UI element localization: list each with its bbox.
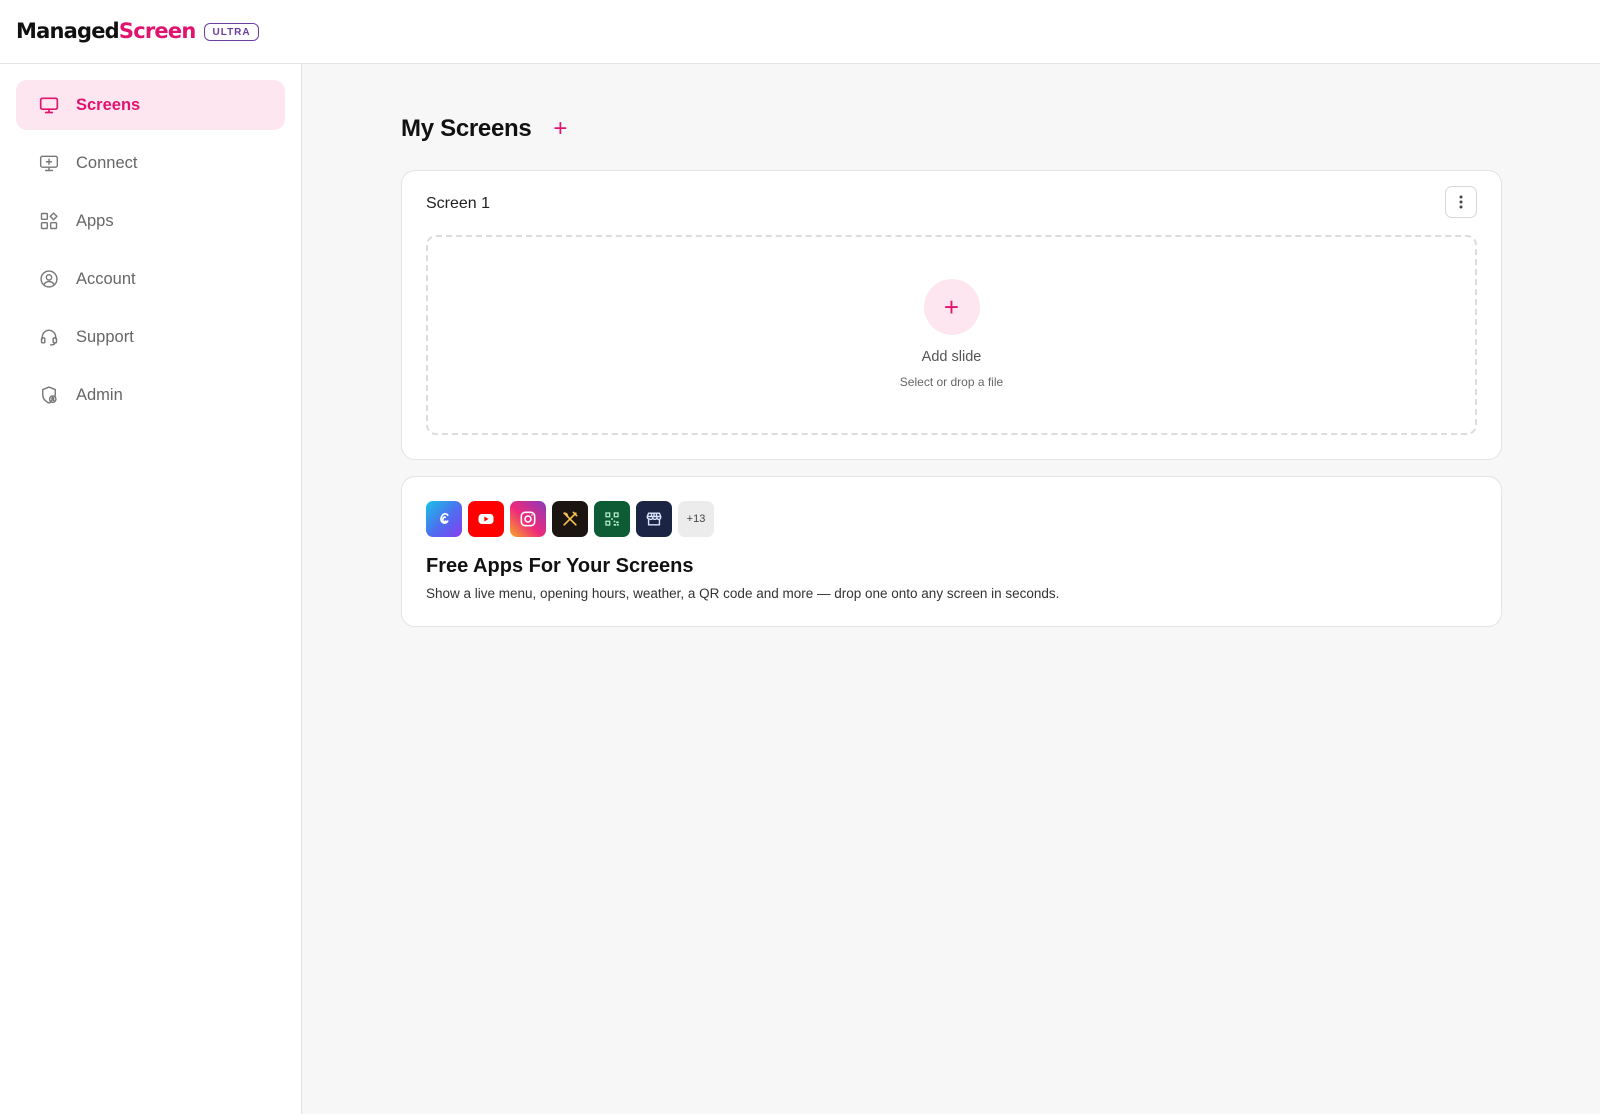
screen-menu-button[interactable] (1445, 186, 1477, 218)
sidebar-item-label: Screens (76, 95, 141, 114)
sidebar-item-connect[interactable]: Connect (16, 138, 285, 188)
slide-dropzone[interactable]: + Add slide Select or drop a file (426, 235, 1477, 435)
apps-promo-description: Show a live menu, opening hours, weather… (426, 586, 1060, 601)
more-apps-count[interactable]: +13 (678, 501, 714, 537)
canva-icon[interactable] (426, 501, 462, 537)
screen-card: Screen 1 + Add slide Select or drop a fi… (401, 170, 1502, 460)
app-icons-row: +13 (426, 501, 1477, 537)
sidebar-item-label: Account (76, 269, 136, 288)
page-header: My Screens + (401, 114, 1502, 144)
plan-badge: ULTRA (204, 23, 259, 41)
sidebar-item-account[interactable]: Account (16, 254, 285, 304)
restaurant-menu-icon[interactable] (552, 501, 588, 537)
main-content: My Screens + Screen 1 + Add slide Select… (401, 64, 1502, 627)
add-slide-label: Add slide (921, 349, 982, 365)
qr-code-icon[interactable] (594, 501, 630, 537)
add-screen-button[interactable]: + (553, 117, 567, 141)
sidebar-item-apps[interactable]: Apps (16, 196, 285, 246)
sidebar-item-label: Apps (76, 211, 114, 230)
sidebar: Screens Connect Apps Account Support Adm… (0, 64, 302, 1114)
user-circle-icon (38, 268, 60, 290)
logo[interactable]: Managed Screen ULTRA (16, 19, 259, 44)
add-slide-button[interactable]: + (923, 279, 980, 335)
page-title: My Screens (401, 115, 532, 142)
storefront-icon[interactable] (636, 501, 672, 537)
apps-promo-title: Free Apps For Your Screens (426, 555, 694, 577)
sidebar-item-admin[interactable]: Admin (16, 370, 285, 420)
monitor-icon (38, 94, 60, 116)
shield-user-icon (38, 384, 60, 406)
screen-name: Screen 1 (426, 195, 491, 212)
apps-grid-icon (38, 210, 60, 232)
monitor-plus-icon (38, 152, 60, 174)
logo-text-part1: Managed (16, 19, 120, 43)
instagram-icon[interactable] (510, 501, 546, 537)
apps-promo-card[interactable]: +13 Free Apps For Your Screens Show a li… (401, 476, 1502, 627)
sidebar-item-screens[interactable]: Screens (16, 80, 285, 130)
sidebar-item-label: Connect (76, 153, 138, 172)
more-vertical-icon (1459, 195, 1463, 209)
top-bar: Managed Screen ULTRA (0, 0, 1600, 64)
sidebar-item-label: Support (76, 327, 134, 346)
sidebar-item-support[interactable]: Support (16, 312, 285, 362)
logo-text-part2: Screen (118, 19, 196, 43)
sidebar-item-label: Admin (76, 385, 123, 404)
headset-icon (38, 326, 60, 348)
add-slide-hint: Select or drop a file (899, 375, 1004, 389)
youtube-icon[interactable] (468, 501, 504, 537)
